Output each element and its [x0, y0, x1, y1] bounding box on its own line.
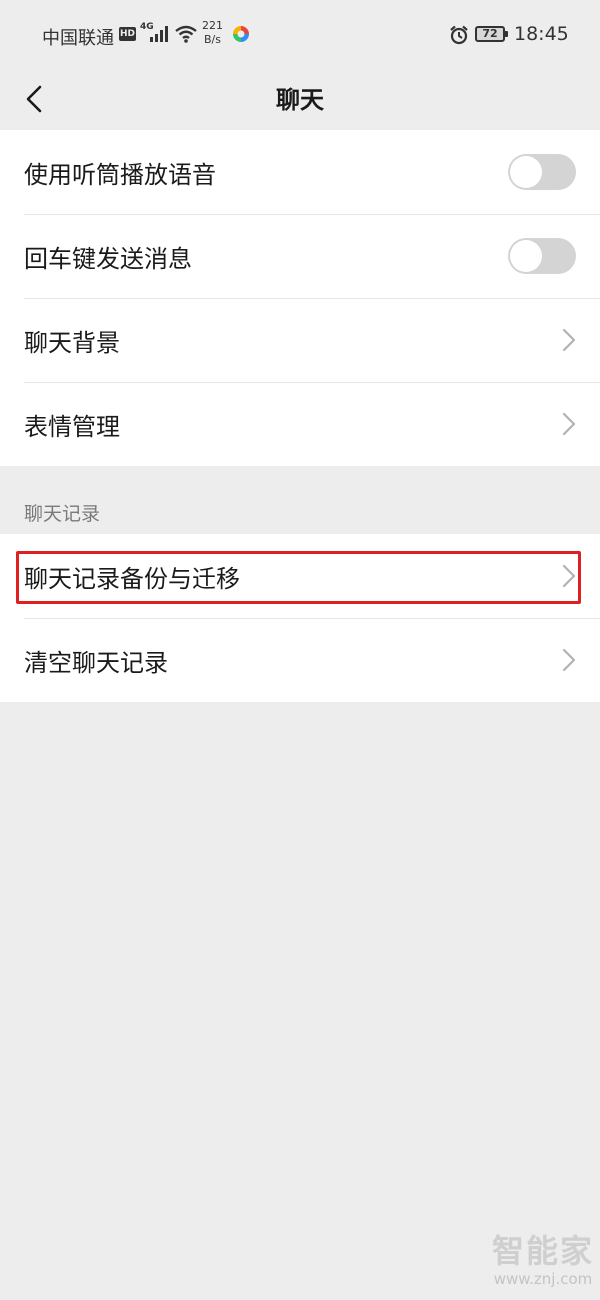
battery-icon: 72 [475, 26, 508, 42]
hd-badge: HD [119, 27, 136, 41]
earpiece-voice-toggle[interactable] [508, 154, 576, 190]
toggle-knob [510, 240, 542, 272]
enter-to-send-toggle[interactable] [508, 238, 576, 274]
setting-label: 聊天背景 [24, 328, 120, 357]
section-header-chat-history: 聊天记录 [24, 503, 101, 525]
setting-label: 回车键发送消息 [24, 244, 192, 273]
setting-row-chat-background[interactable]: 聊天背景 [0, 298, 600, 382]
carrier-name: 中国联通 [42, 28, 114, 49]
setting-row-earpiece-voice[interactable]: 使用听筒播放语音 [0, 130, 600, 214]
chevron-right-icon [562, 412, 576, 436]
signal-icon [150, 26, 170, 46]
status-time: 18:45 [514, 23, 569, 45]
setting-label: 使用听筒播放语音 [24, 160, 216, 189]
setting-row-clear-history[interactable]: 清空聊天记录 [0, 618, 600, 702]
setting-label: 聊天记录备份与迁移 [24, 564, 240, 593]
nav-bar: 聊天 [0, 68, 600, 130]
network-speed-value: 221 [202, 19, 223, 32]
chevron-right-icon [562, 564, 576, 588]
page-title: 聊天 [276, 86, 324, 114]
network-speed-unit: B/s [204, 33, 221, 46]
chevron-right-icon [562, 648, 576, 672]
network-speed: 221 B/s [202, 19, 223, 47]
setting-row-sticker-management[interactable]: 表情管理 [0, 382, 600, 466]
status-bar: 中国联通 HD 4G 221 B/s 72 18:45 [0, 0, 600, 68]
setting-label: 清空聊天记录 [24, 648, 168, 677]
setting-row-enter-to-send[interactable]: 回车键发送消息 [0, 214, 600, 298]
wifi-icon [174, 25, 198, 47]
chevron-right-icon [562, 328, 576, 352]
watermark-logo: 智能家 [491, 1232, 594, 1270]
setting-row-backup-migrate[interactable]: 聊天记录备份与迁移 [0, 534, 600, 618]
app-notification-icon [232, 25, 250, 47]
toggle-knob [510, 156, 542, 188]
alarm-icon [449, 25, 469, 49]
setting-label: 表情管理 [24, 412, 120, 441]
watermark-url: www.znj.com [493, 1270, 593, 1288]
watermark: 智能家 www.znj.com [488, 1232, 598, 1288]
settings-group: 使用听筒播放语音 回车键发送消息 聊天背景 表情管理 [0, 130, 600, 466]
chat-history-group: 聊天记录备份与迁移 清空聊天记录 [0, 534, 600, 702]
